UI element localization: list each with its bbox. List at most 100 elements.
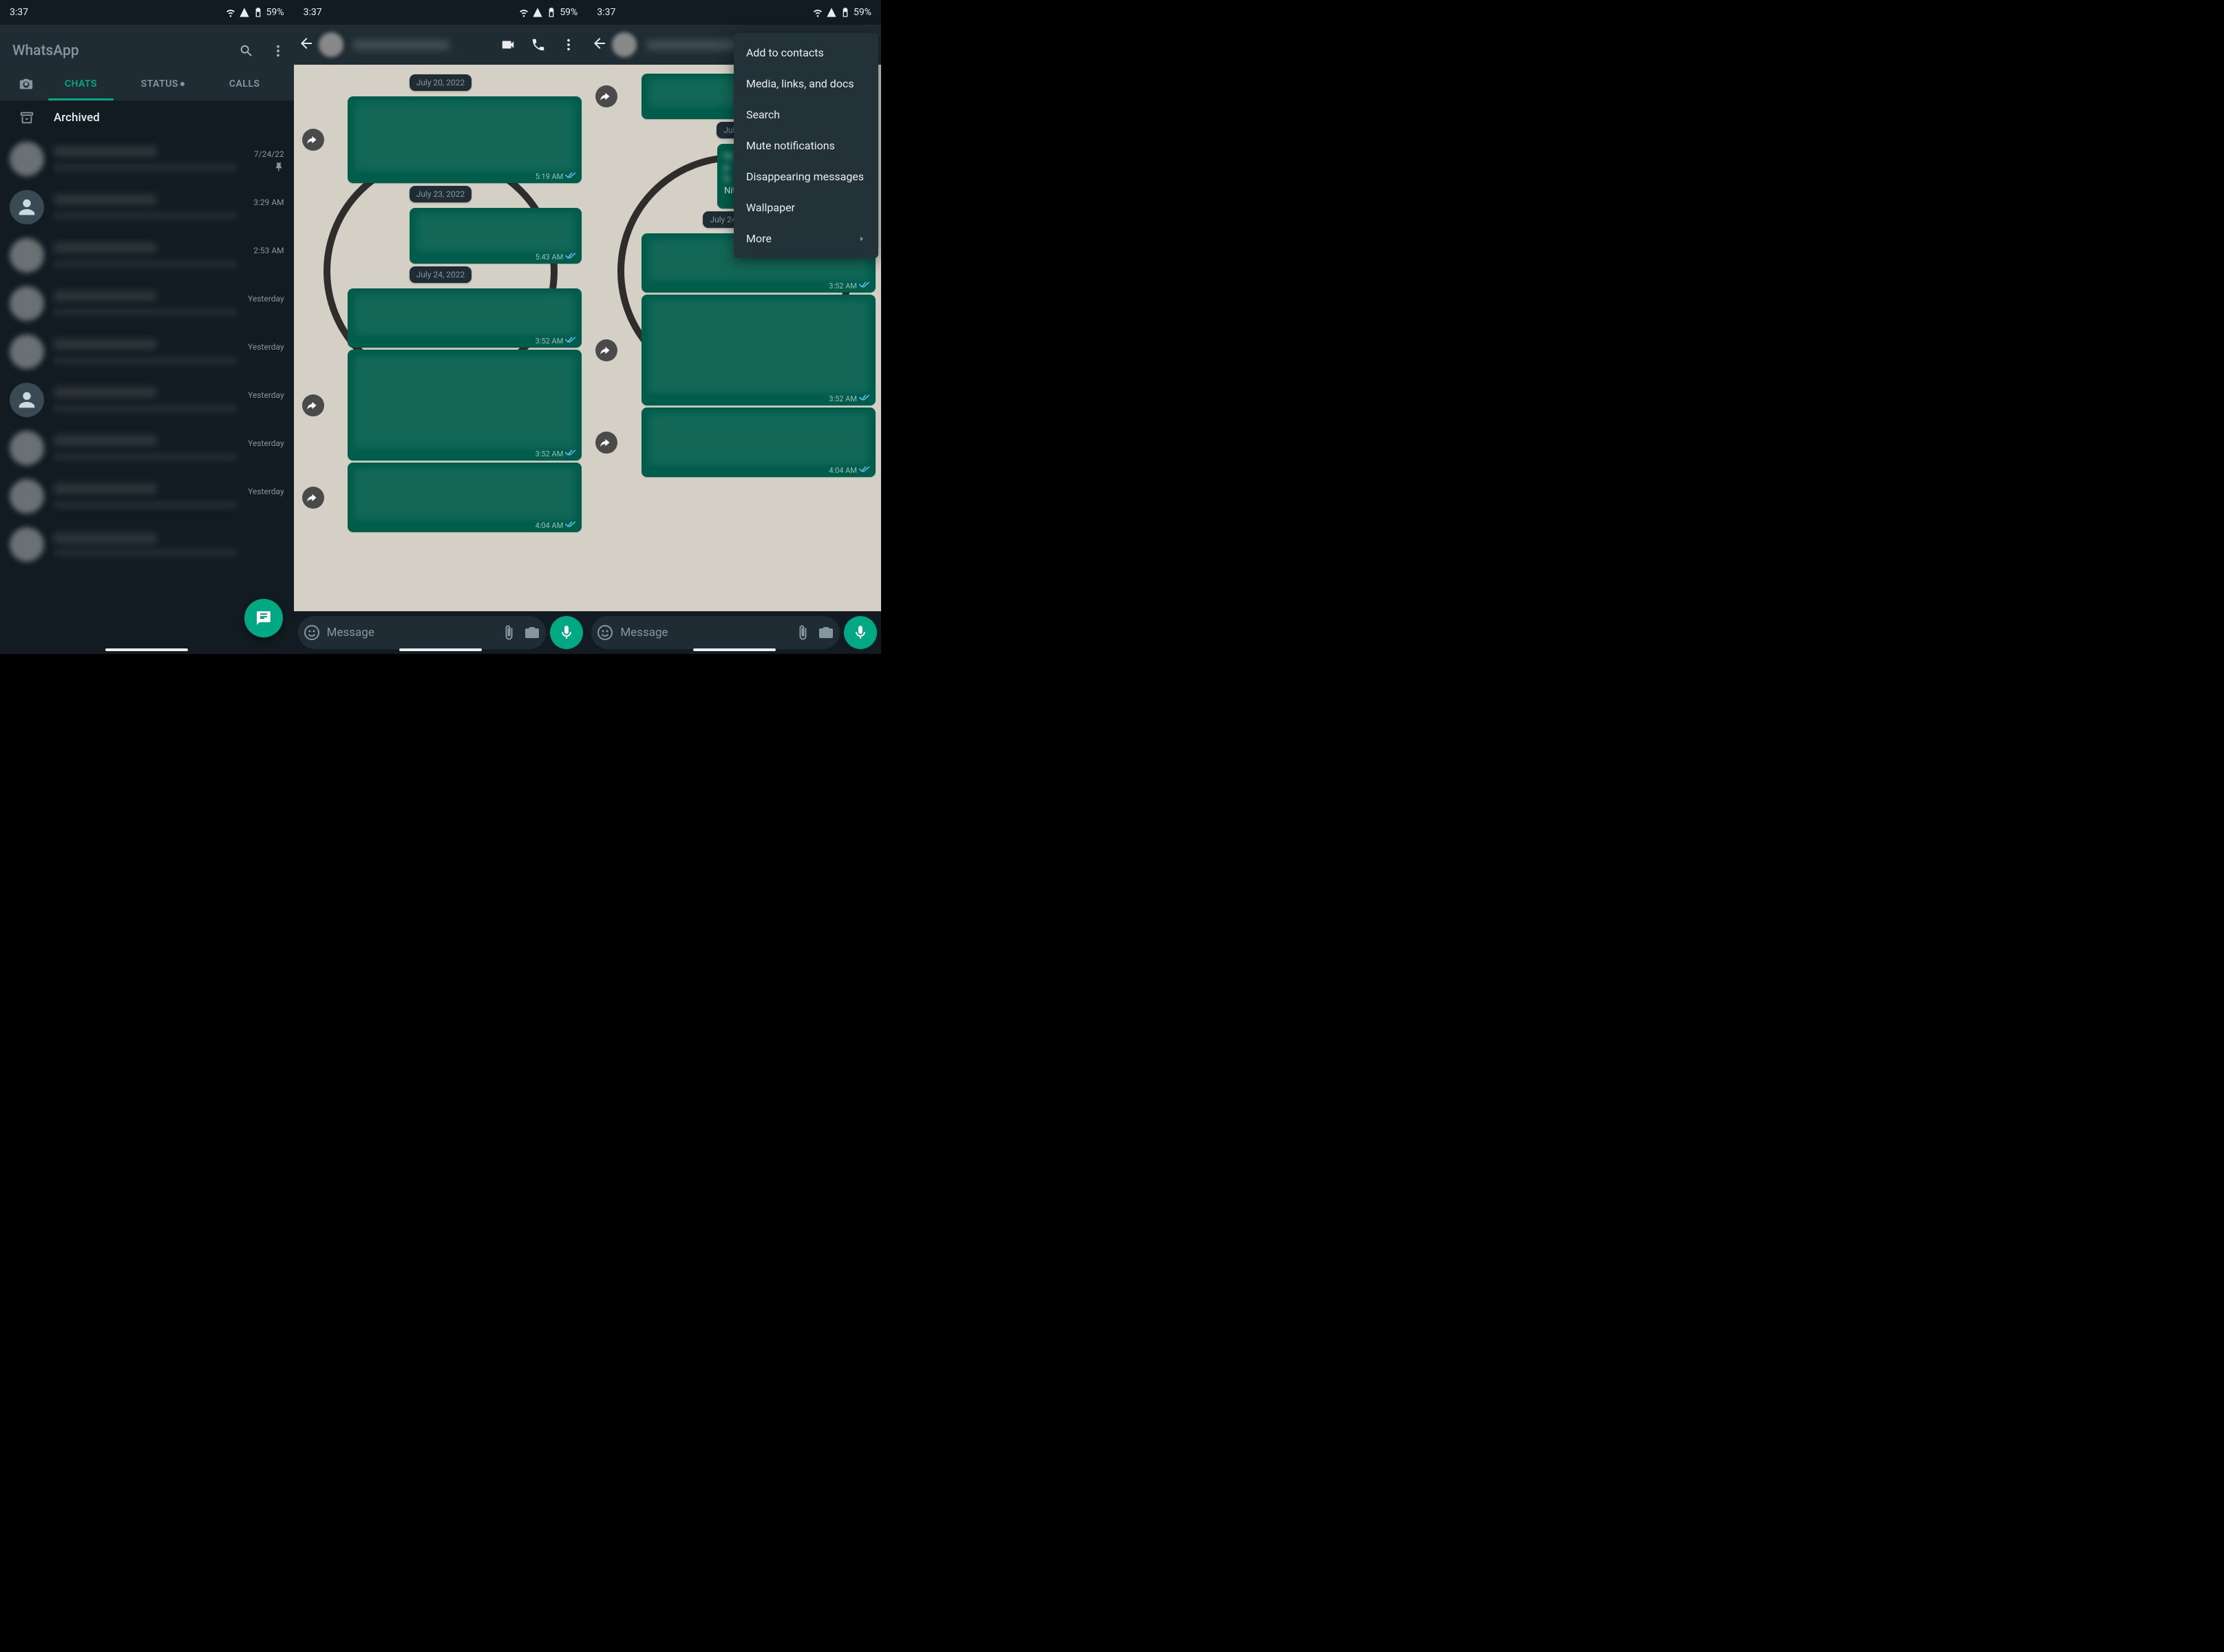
- avatar: [10, 335, 44, 369]
- mic-icon: [558, 624, 575, 641]
- read-ticks-icon: [565, 520, 576, 530]
- chat-header: [294, 25, 588, 65]
- avatar: [10, 190, 44, 224]
- mic-button[interactable]: [550, 616, 583, 649]
- message-row[interactable]: 3:52 AM: [299, 288, 582, 348]
- msg-time: 4:04 AM: [829, 466, 857, 475]
- back-button[interactable]: [591, 35, 608, 54]
- avatar: [10, 142, 44, 176]
- battery-percent: 59%: [560, 7, 578, 18]
- mic-icon: [852, 624, 869, 641]
- tab-calls[interactable]: CALLS: [204, 67, 286, 100]
- chevron-right-icon: [858, 235, 866, 243]
- chat-time: Yesterday: [248, 438, 284, 448]
- forward-icon[interactable]: [302, 394, 324, 416]
- attach-icon[interactable]: [500, 624, 517, 641]
- message-input[interactable]: Message: [298, 616, 547, 649]
- message-row[interactable]: 5:19 AM: [299, 96, 582, 183]
- archive-icon: [19, 110, 34, 125]
- chat-item[interactable]: Yesterday: [0, 279, 294, 328]
- nav-handle[interactable]: [693, 648, 776, 651]
- message-row[interactable]: 4:04 AM: [299, 463, 582, 532]
- menu-search[interactable]: Search: [734, 99, 878, 130]
- camera-icon[interactable]: [524, 624, 540, 641]
- nav-handle[interactable]: [399, 648, 482, 651]
- wifi-icon: [518, 7, 529, 18]
- chat-item[interactable]: Yesterday: [0, 328, 294, 376]
- battery-percent: 59%: [854, 7, 871, 18]
- chat-time: Yesterday: [248, 294, 284, 304]
- chat-item[interactable]: 3:29 AM: [0, 183, 294, 231]
- more-icon[interactable]: [561, 37, 576, 52]
- camera-icon[interactable]: [818, 624, 834, 641]
- chat-preview-redacted: [54, 548, 238, 557]
- new-chat-fab[interactable]: [244, 599, 283, 637]
- emoji-icon[interactable]: [304, 624, 320, 641]
- chat-preview-redacted: [54, 163, 238, 172]
- message-row[interactable]: 5:43 AM: [299, 208, 582, 264]
- chat-item[interactable]: Yesterday: [0, 424, 294, 472]
- message-input[interactable]: Message: [591, 616, 840, 649]
- chat-time: Yesterday: [248, 342, 284, 352]
- forward-icon[interactable]: [595, 432, 617, 454]
- message-row[interactable]: 3:52 AM: [299, 350, 582, 460]
- chat-item[interactable]: [0, 520, 294, 569]
- menu-more[interactable]: More: [734, 223, 878, 254]
- status-bar: 3:37 59%: [587, 0, 881, 25]
- battery-icon: [253, 7, 264, 18]
- read-ticks-icon: [565, 336, 576, 346]
- chat-name-redacted: [54, 435, 157, 446]
- message-row[interactable]: 4:04 AM: [593, 407, 876, 477]
- forward-icon[interactable]: [595, 85, 617, 107]
- chat-preview-redacted: [54, 308, 238, 317]
- mic-button[interactable]: [844, 616, 877, 649]
- tab-chats[interactable]: CHATS: [40, 67, 122, 100]
- read-ticks-icon: [565, 171, 576, 181]
- message-input-bar: Message: [591, 615, 877, 650]
- video-call-icon[interactable]: [500, 37, 516, 52]
- forward-icon[interactable]: [302, 129, 324, 151]
- avatar: [10, 431, 44, 465]
- battery-percent: 59%: [266, 7, 284, 18]
- read-ticks-icon: [859, 465, 870, 475]
- msg-time: 3:52 AM: [536, 337, 564, 346]
- menu-wallpaper[interactable]: Wallpaper: [734, 192, 878, 223]
- archived-row[interactable]: Archived: [0, 100, 294, 135]
- chat-name-redacted: [54, 194, 157, 205]
- voice-call-icon[interactable]: [531, 37, 546, 52]
- menu-mute[interactable]: Mute notifications: [734, 130, 878, 161]
- forward-icon[interactable]: [595, 339, 617, 361]
- chat-item[interactable]: Yesterday: [0, 376, 294, 424]
- nav-handle[interactable]: [105, 648, 188, 651]
- chat-item[interactable]: Yesterday: [0, 472, 294, 520]
- forward-icon[interactable]: [302, 487, 324, 509]
- header-avatar[interactable]: [612, 32, 637, 57]
- search-icon[interactable]: [239, 43, 254, 59]
- header-contact-name-redacted[interactable]: [353, 40, 449, 50]
- menu-media-links-docs[interactable]: Media, links, and docs: [734, 68, 878, 99]
- menu-add-contacts[interactable]: Add to contacts: [734, 37, 878, 68]
- attach-icon[interactable]: [794, 624, 811, 641]
- status-bar: 3:37 59%: [294, 0, 588, 25]
- tab-status[interactable]: STATUS: [122, 67, 204, 100]
- message-icon: [255, 610, 272, 626]
- more-icon[interactable]: [271, 43, 286, 59]
- emoji-icon[interactable]: [597, 624, 613, 641]
- back-button[interactable]: [298, 35, 315, 54]
- camera-tab[interactable]: [12, 76, 40, 92]
- chat-list: 7/24/22 3:29 AM 2:53 AM Yesterday Yester…: [0, 135, 294, 569]
- chat-item[interactable]: 7/24/22: [0, 135, 294, 183]
- chat-item[interactable]: 2:53 AM: [0, 231, 294, 279]
- battery-icon: [546, 7, 557, 18]
- screen-chat-thread: 3:37 59% July 20, 2022 5:19 AM July 23, …: [294, 0, 588, 654]
- date-separator: July 23, 2022: [410, 186, 472, 202]
- read-ticks-icon: [565, 252, 576, 262]
- message-row[interactable]: 3:52 AM: [593, 295, 876, 405]
- status-time: 3:37: [10, 7, 28, 18]
- header-contact-name-redacted[interactable]: [646, 40, 743, 50]
- msg-time: 3:52 AM: [536, 449, 564, 458]
- msg-time: 3:52 AM: [829, 282, 857, 290]
- menu-disappearing[interactable]: Disappearing messages: [734, 161, 878, 192]
- chat-area[interactable]: July 20, 2022 5:19 AM July 23, 2022 5:43…: [294, 65, 588, 611]
- header-avatar[interactable]: [319, 32, 343, 57]
